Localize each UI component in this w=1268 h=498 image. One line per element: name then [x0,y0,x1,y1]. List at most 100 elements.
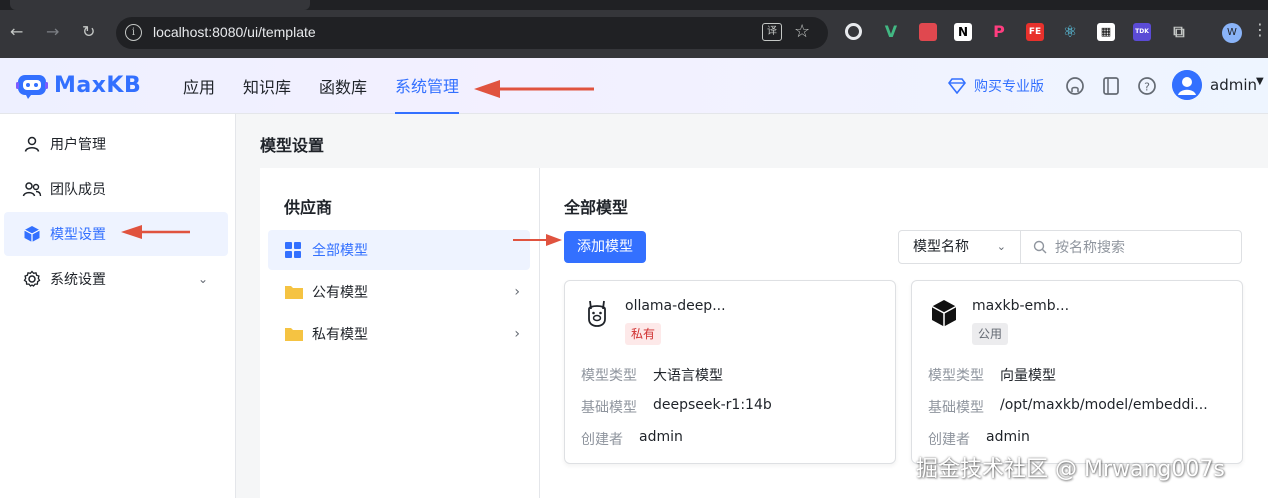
sidebar-item-team[interactable]: 团队成员 [4,167,228,211]
info-value: admin [986,429,1030,445]
nav-functions[interactable]: 函数库 [319,58,367,114]
llama-icon [588,300,606,327]
sidebar: 用户管理 团队成员 模型设置 系统设置 ⌄ [0,114,236,498]
tdk-ext-icon[interactable]: TDK [1133,23,1151,41]
nav-apps[interactable]: 应用 [183,58,215,114]
sidebar-item-system-settings[interactable]: 系统设置 ⌄ [4,257,228,301]
filter-select-value: 模型名称 [913,239,969,255]
puzzle-icon[interactable]: ⧉ [1170,23,1188,41]
provider-public-models[interactable]: 公有模型 › [268,272,530,312]
watermark: 掘金技术社区 @ Mrwang007s [916,457,1225,482]
docs-icon[interactable] [1101,76,1121,96]
buy-pro-link[interactable]: 购买专业版 [948,76,1044,96]
info-value: 大语言模型 [653,368,723,384]
model-info-row: 模型类型 大语言模型 [581,365,723,385]
chevron-down-icon: ⌄ [197,272,208,286]
info-value: admin [639,429,683,445]
reload-icon[interactable]: ↻ [82,22,95,42]
active-tab[interactable] [10,0,310,10]
status-badge: 私有 [625,323,662,345]
annotation-arrow [474,80,594,98]
cube-icon [931,300,957,327]
avatar[interactable] [1172,70,1202,100]
annotation-arrow [513,234,562,246]
sidebar-item-label: 团队成员 [50,182,106,198]
circle-ext-icon[interactable] [845,23,862,40]
user-name[interactable]: admin [1210,76,1257,94]
folder-icon [285,286,303,299]
browser-menu-icon[interactable]: ⋮ [1252,20,1268,39]
info-key: 模型类型 [928,368,984,384]
provider-title: 供应商 [284,198,333,217]
react-devtools-icon[interactable]: ⚛ [1061,23,1079,41]
info-key: 基础模型 [928,400,984,416]
model-name: ollama-deep... [625,298,726,314]
model-panel: 供应商 全部模型 公有模型 › 私有模型 › 全部模型 添加模型 模型名称 ⌄ … [260,168,1268,498]
info-key: 创建者 [581,432,623,448]
team-icon [22,179,42,199]
translate-ext-icon[interactable] [919,23,937,41]
browser-chrome: ← → ↻ i localhost:8080/ui/template 译 ☆ V… [0,0,1268,58]
user-caret-icon[interactable]: ▼ [1256,76,1264,87]
p-ext-icon[interactable]: P [990,23,1008,41]
github-icon[interactable] [1065,76,1085,96]
chevron-right-icon: › [514,326,520,342]
translate-icon[interactable]: 译 [762,23,782,41]
provider-all-models[interactable]: 全部模型 [268,230,530,270]
model-info-row: 基础模型/opt/maxkb/model/embeddi... [928,397,1208,417]
sidebar-item-label: 用户管理 [50,137,106,153]
provider-list: 供应商 全部模型 公有模型 › 私有模型 › [260,168,540,498]
svg-text:?: ? [1144,81,1150,94]
chevron-down-icon: ⌄ [996,240,1006,253]
nav-knowledge[interactable]: 知识库 [243,58,291,114]
provider-label: 公有模型 [312,285,368,301]
help-icon[interactable]: ? [1137,76,1157,96]
model-info-row: 创建者 admin [928,429,1030,449]
logo-text: MaxKB [54,72,142,98]
sidebar-item-users[interactable]: 用户管理 [4,122,228,166]
logo[interactable]: MaxKB [16,71,141,99]
model-card[interactable]: maxkb-emb... 公用 模型类型 向量模型 基础模型/opt/maxkb/… [911,280,1243,464]
page-title: 模型设置 [260,136,325,155]
search-placeholder: 按名称搜索 [1055,240,1125,256]
gear-icon [22,269,42,289]
buy-pro-label: 购买专业版 [974,79,1044,95]
model-info-row: 模型类型 向量模型 [928,365,1056,385]
model-info-row: 创建者 admin [581,429,683,449]
search-icon [1033,240,1047,254]
status-badge: 公用 [972,323,1009,345]
forward-icon[interactable]: → [46,22,59,42]
app-header: MaxKB 应用 知识库 函数库 系统管理 购买专业版 ? admin ▼ [0,58,1268,114]
provider-private-models[interactable]: 私有模型 › [268,314,530,354]
model-info-row: 基础模型 deepseek-r1:14b [581,397,772,417]
model-card[interactable]: ollama-deep... 私有 模型类型 大语言模型 基础模型 deepseek… [564,280,896,464]
models-area: 全部模型 添加模型 模型名称 ⌄ 按名称搜索 ollama-deep... 私有… [564,168,1264,498]
sidebar-item-label: 模型设置 [50,227,106,243]
sidebar-item-label: 系统设置 [50,272,106,288]
vue-devtools-icon[interactable]: V [882,23,900,41]
profile-avatar[interactable]: W [1222,23,1242,43]
info-value: deepseek-r1:14b [653,397,772,413]
add-model-button[interactable]: 添加模型 [564,231,646,263]
info-key: 创建者 [928,432,970,448]
cube-icon [22,224,42,244]
provider-label: 私有模型 [312,327,368,343]
model-name: maxkb-emb... [972,298,1070,314]
site-info-icon[interactable]: i [125,24,142,41]
fe-ext-icon[interactable]: FE [1026,23,1044,41]
models-title: 全部模型 [564,198,629,217]
sidebar-item-model-settings[interactable]: 模型设置 [4,212,228,256]
search-input[interactable]: 按名称搜索 [1033,231,1125,263]
address-bar[interactable]: i localhost:8080/ui/template 译 ☆ [116,17,828,49]
nav-system[interactable]: 系统管理 [395,58,460,114]
bookmark-star-icon[interactable]: ☆ [794,21,810,42]
url-text[interactable]: localhost:8080/ui/template [153,24,316,40]
info-value: /opt/maxkb/model/embeddi... [1000,397,1208,413]
grid-icon [285,242,301,258]
notion-icon[interactable]: N [954,23,972,41]
back-icon[interactable]: ← [10,22,23,42]
qr-ext-icon[interactable]: ▦ [1097,23,1115,41]
filter-select[interactable]: 模型名称 ⌄ [899,231,1021,263]
maxkb-logo-icon [16,75,48,99]
info-value: 向量模型 [1000,368,1056,384]
